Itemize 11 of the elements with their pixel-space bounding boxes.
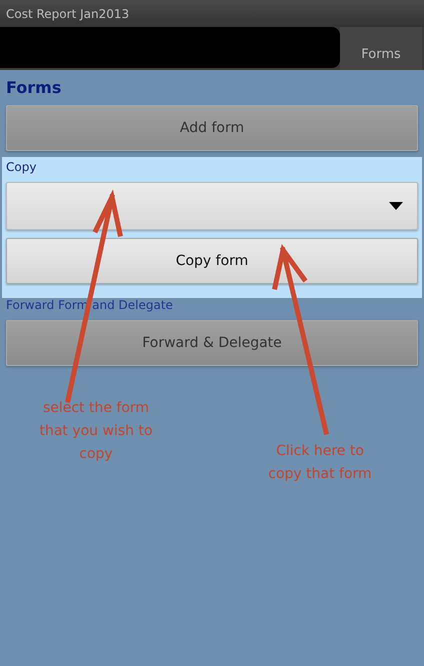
window-title: Cost Report Jan2013 <box>6 6 130 20</box>
form-button[interactable]: Add form <box>6 105 418 151</box>
dropdown[interactable] <box>6 182 418 230</box>
section-heading: Forms <box>6 78 62 97</box>
caret-icon <box>389 202 403 210</box>
tab[interactable]: Forms <box>340 27 422 70</box>
section-heading: Copy <box>6 160 38 174</box>
annotation-text: Click here to copy that form <box>267 442 373 484</box>
form-button[interactable]: Forward & Delegate <box>6 320 418 366</box>
form-button[interactable]: Copy form <box>6 238 418 284</box>
annotation-text: select the form that you wish to copy <box>38 399 154 464</box>
